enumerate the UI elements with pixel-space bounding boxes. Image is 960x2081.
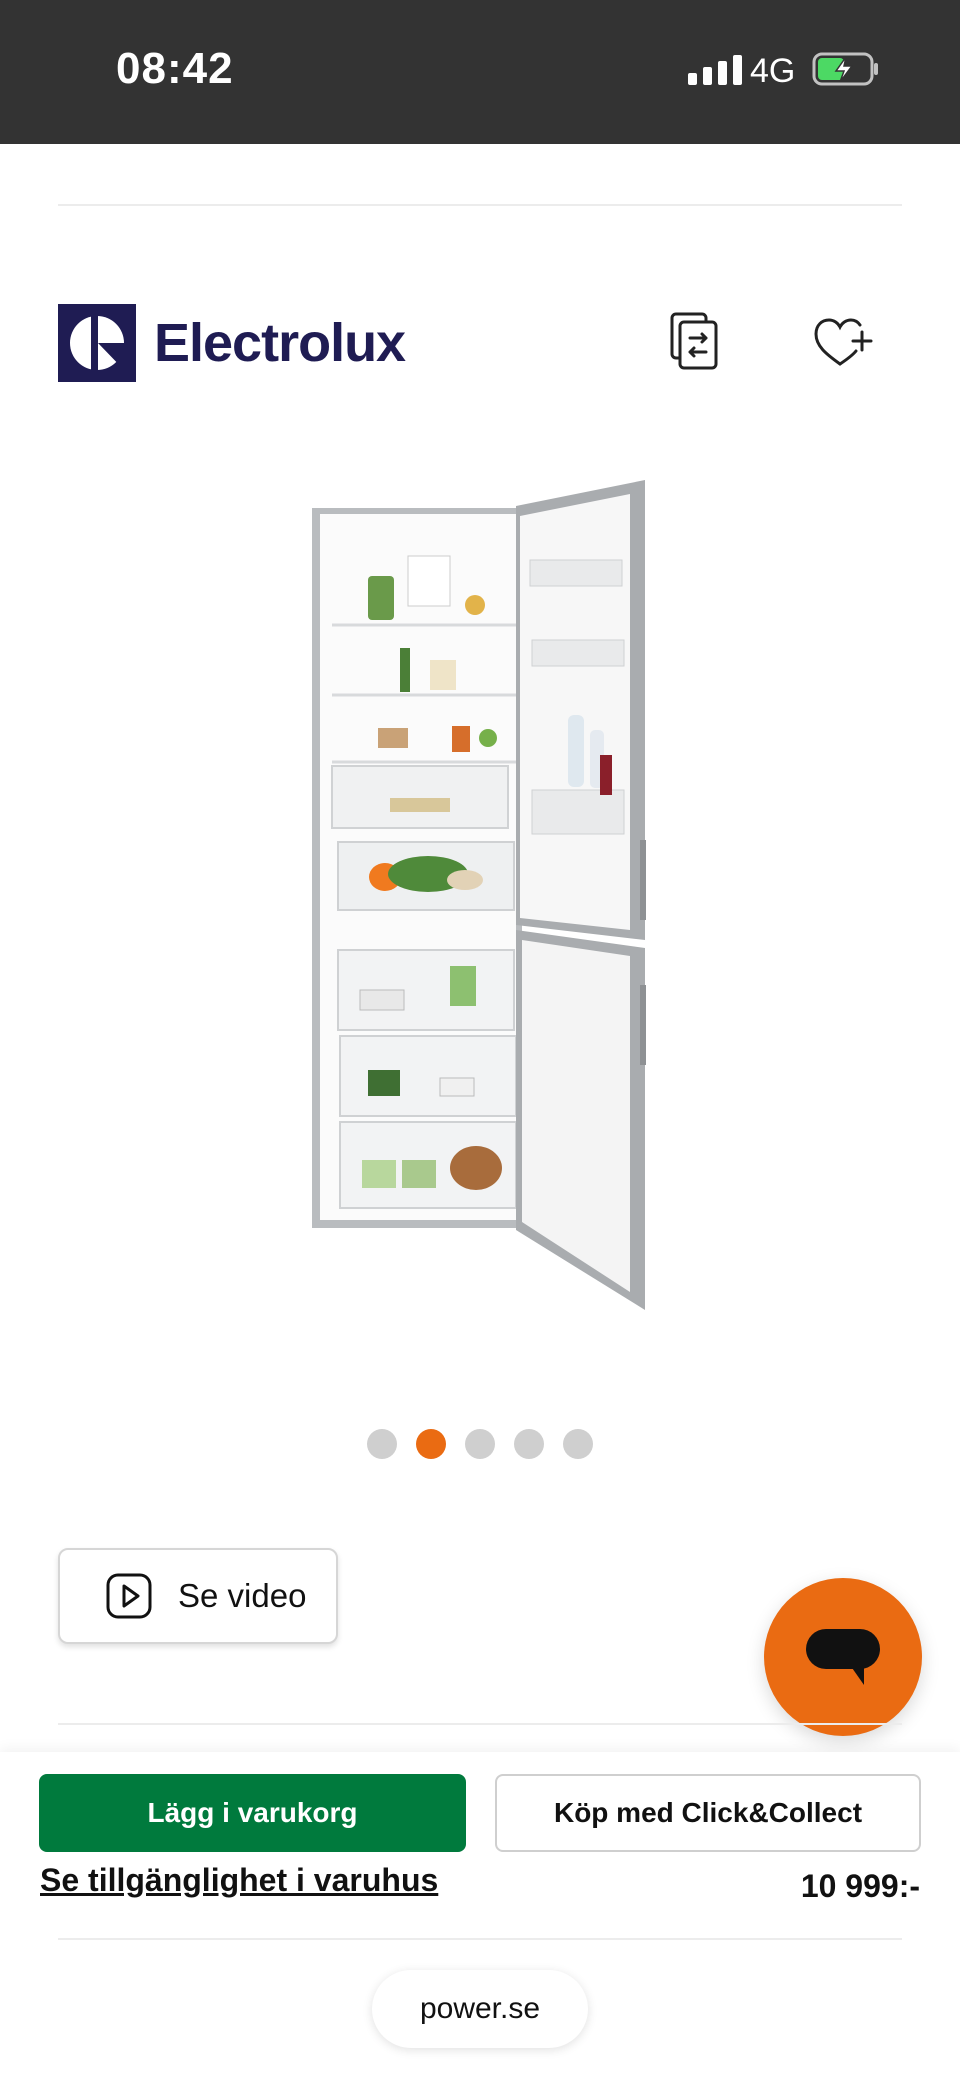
favorite-button[interactable] — [812, 314, 874, 372]
brand-logo[interactable]: Electrolux — [58, 304, 406, 382]
browser-url-bar[interactable]: power.se — [372, 1970, 588, 2048]
battery-charging-icon — [812, 52, 878, 86]
chat-button[interactable] — [764, 1578, 922, 1736]
store-availability-link[interactable]: Se tillgänglighet i varuhus — [40, 1862, 438, 1899]
carousel-dot[interactable] — [367, 1429, 397, 1459]
bottom-divider — [58, 1938, 902, 1940]
carousel-dot[interactable] — [563, 1429, 593, 1459]
status-time: 08:42 — [116, 44, 234, 93]
section-divider — [58, 1723, 902, 1725]
product-image[interactable] — [300, 480, 660, 1320]
carousel-dot[interactable] — [514, 1429, 544, 1459]
top-divider — [58, 204, 902, 206]
carousel-dot-active[interactable] — [416, 1429, 446, 1459]
compare-button[interactable] — [668, 310, 728, 374]
heart-plus-icon — [814, 318, 873, 366]
status-bar: 08:42 4G — [0, 0, 960, 144]
chat-bubble-icon — [806, 1629, 880, 1685]
add-to-cart-button[interactable]: Lägg i varukorg — [39, 1774, 466, 1852]
click-collect-button[interactable]: Köp med Click&Collect — [495, 1774, 921, 1852]
browser-url: power.se — [419, 1992, 541, 2025]
brand-name: Electrolux — [154, 313, 406, 373]
see-video-button[interactable]: Se video — [58, 1548, 338, 1644]
carousel-indicator — [0, 1429, 960, 1459]
play-icon — [106, 1573, 152, 1619]
product-price: 10 999:- — [800, 1868, 920, 1904]
see-video-label: Se video — [178, 1577, 307, 1614]
signal-icon — [688, 55, 742, 85]
carousel-dot[interactable] — [465, 1429, 495, 1459]
network-type: 4G — [750, 52, 796, 90]
compare-icon — [670, 312, 718, 370]
electrolux-logo-icon — [58, 304, 136, 382]
